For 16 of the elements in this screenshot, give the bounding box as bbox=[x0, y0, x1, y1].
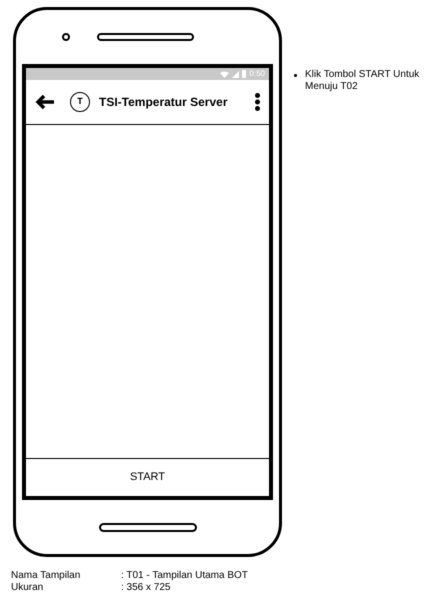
info-label: Ukuran bbox=[11, 582, 44, 594]
info-label: Nama Tampilan bbox=[11, 570, 82, 582]
bullet-icon bbox=[294, 74, 297, 77]
camera-icon bbox=[62, 33, 70, 41]
wifi-icon bbox=[220, 70, 230, 78]
info-value: : T01 - Tampilan Utama BOT bbox=[121, 570, 248, 582]
speaker-icon bbox=[97, 33, 194, 41]
app-title: TSI-Temperatur Server bbox=[99, 94, 228, 111]
back-arrow-icon[interactable] bbox=[35, 94, 55, 110]
home-button[interactable] bbox=[98, 522, 196, 532]
signal-icon bbox=[232, 70, 240, 78]
more-menu-icon[interactable] bbox=[255, 93, 260, 111]
battery-icon bbox=[242, 70, 246, 78]
note-text: Klik Tombol START Untuk Menuju T02 bbox=[305, 69, 420, 93]
avatar-icon: T bbox=[70, 92, 90, 112]
info-value: : 356 x 725 bbox=[121, 582, 170, 594]
